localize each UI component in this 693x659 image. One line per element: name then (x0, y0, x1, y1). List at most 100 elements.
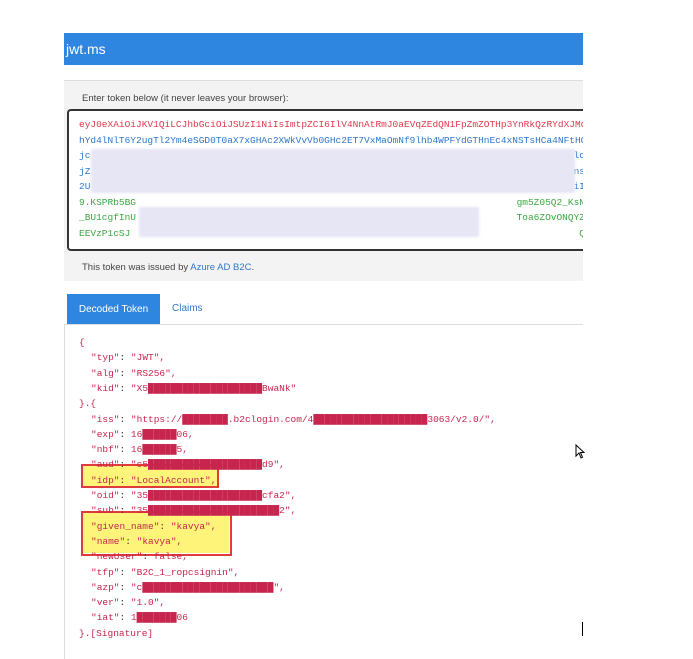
claim-separator: : (119, 444, 131, 456)
claim-key: "azp" (91, 581, 120, 593)
claim-key: "newUser" (91, 551, 143, 563)
token-line: 9.KSPRb5BG (79, 196, 137, 208)
issued-prefix: This token was issued by (82, 262, 191, 273)
claim-key: "oid" (91, 490, 120, 501)
claim-value: "JWT", (130, 352, 166, 364)
app-header: jwt.ms (64, 33, 583, 65)
token-textarea[interactable]: eyJ0eXAiOiJKV1QiLCJhbGciOiJSUzI1NiIsImtp… (67, 109, 583, 251)
claim-value: "kavya", (136, 535, 183, 547)
token-line-tail: Toa6ZOvONQYZ (516, 212, 583, 223)
claim-value: "c███████████████████████", (130, 581, 285, 593)
tab-decoded-token[interactable]: Decoded Token (67, 294, 160, 324)
claim-key: "nbf" (91, 444, 120, 456)
token-line: eyJ0eXAiOiJKV1QiLCJhbGciOiJSUzI1NiIsImtp… (79, 119, 583, 130)
decoded-line: "exp": 16██████06, (91, 429, 194, 440)
claim-separator: : (119, 459, 131, 471)
decoded-line: "azp": "c███████████████████████", (91, 582, 285, 593)
decoded-line: "tfp": "B2C_1_ropcsignin", (91, 567, 239, 578)
claim-key: "alg" (91, 367, 120, 379)
name-annotation-box (81, 511, 232, 556)
claim-value: "1.0", (130, 597, 166, 609)
decoded-line: "alg": "RS256", (91, 368, 177, 379)
claim-separator: : (159, 520, 171, 532)
text-caret (582, 622, 583, 636)
token-input-panel: Enter token below (it never leaves your … (64, 80, 583, 281)
claim-separator: : (142, 551, 154, 563)
token-line-tail: Q (579, 228, 583, 239)
token-line: jc (79, 150, 91, 161)
claim-separator: : (125, 535, 137, 547)
claim-value: "RS256", (130, 367, 177, 379)
token-line-tail: gm5Z05Q2_KsN (516, 196, 583, 208)
decoded-line: }.[Signature] (79, 627, 154, 639)
decoded-line: "name": "kavya", (91, 536, 182, 547)
claim-separator: : (119, 566, 131, 578)
claim-separator: : (119, 367, 131, 379)
token-line: hYd4lNlT6Y2ugTl2Ym4eSGD0T0aX7xGHAc2XWkVv… (79, 134, 583, 146)
claim-value: 1███████06 (130, 612, 188, 624)
decoded-line: "newUser": false, (91, 551, 188, 562)
claim-separator: : (119, 413, 131, 425)
claim-key: "tfp" (91, 566, 120, 578)
token-line: _BU1cgfInU (79, 212, 137, 223)
issued-suffix: . (251, 262, 255, 273)
claim-key: "given_name" (91, 520, 160, 532)
claim-key: "typ" (91, 352, 120, 364)
claim-separator: : (119, 474, 131, 486)
decoded-line: "typ": "JWT", (91, 352, 165, 363)
claim-separator: : (119, 505, 131, 517)
decoded-line: }.{ (79, 398, 97, 410)
claim-separator: : (119, 382, 131, 394)
redaction-overlay (139, 207, 479, 237)
decoded-line: "idp": "LocalAccount", (91, 475, 216, 486)
issued-by-text: This token was issued by Azure AD B2C. (82, 262, 254, 273)
token-tabs: Decoded Token Claims (64, 294, 583, 325)
claim-separator: : (119, 352, 131, 364)
claim-key: "aud" (91, 459, 120, 471)
token-line: 2U (79, 181, 91, 192)
decoded-line: { (79, 337, 85, 348)
tab-claims[interactable]: Claims (172, 303, 203, 314)
claim-separator: : (119, 581, 131, 593)
app-title[interactable]: jwt.ms (66, 41, 106, 57)
claim-key: "idp" (91, 474, 120, 486)
decoded-line: "iss": "https://████████.b2clogin.com/4█… (91, 414, 496, 425)
decoded-line: "ver": "1.0", (91, 597, 165, 608)
cursor-icon (575, 444, 585, 459)
decoded-line: "kid": "X5████████████████████BwaNk" (91, 383, 296, 394)
redaction-overlay (91, 149, 575, 193)
token-line: EEVzP1cSJ (79, 227, 131, 239)
claim-key: "sub" (91, 505, 120, 517)
azure-ad-b2c-link[interactable]: Azure AD B2C (190, 262, 251, 273)
decoded-line: "nbf": 16██████5, (91, 444, 188, 455)
claim-key: "ver" (91, 597, 120, 609)
claim-value: "X5████████████████████BwaNk" (130, 382, 297, 394)
token-line-tail: lc (573, 150, 583, 161)
claim-key: "iat" (91, 612, 120, 624)
claim-value: "35███████████████████████2", (130, 505, 297, 517)
claim-separator: : (119, 428, 131, 440)
claim-value: "35████████████████████cfa2", (130, 490, 297, 501)
claim-separator: : (119, 597, 131, 609)
claim-value: "LocalAccount", (130, 474, 217, 486)
claim-key: "exp" (91, 428, 120, 440)
token-line-tail: iI (573, 181, 583, 192)
claim-value: "B2C_1_ropcsignin", (130, 566, 240, 578)
decoded-token-view: { "typ": "JWT", "alg": "RS256", "kid": "X5█… (64, 325, 584, 659)
claim-value: "kavya", (170, 520, 217, 532)
claim-value: 16██████06, (130, 428, 194, 440)
claim-separator: : (119, 490, 131, 501)
decoded-line: "iat": 1███████06 (91, 612, 188, 623)
claim-key: "iss" (91, 413, 120, 425)
claim-key: "kid" (91, 382, 120, 394)
claim-value: 16██████5, (130, 444, 188, 456)
decoded-line: "given_name": "kavya", (91, 521, 216, 532)
claim-key: "name" (91, 535, 126, 547)
decoded-line: "sub": "35███████████████████████2", (91, 505, 296, 516)
claim-separator: : (119, 612, 131, 624)
token-line-tail: ns (573, 165, 583, 177)
decoded-line: "aud": "c5████████████████████d9", (91, 459, 285, 470)
claim-value: false, (153, 551, 188, 563)
claim-value: "https://████████.b2clogin.com/4████████… (130, 413, 496, 425)
decoded-line: "oid": "35████████████████████cfa2", (91, 490, 296, 501)
